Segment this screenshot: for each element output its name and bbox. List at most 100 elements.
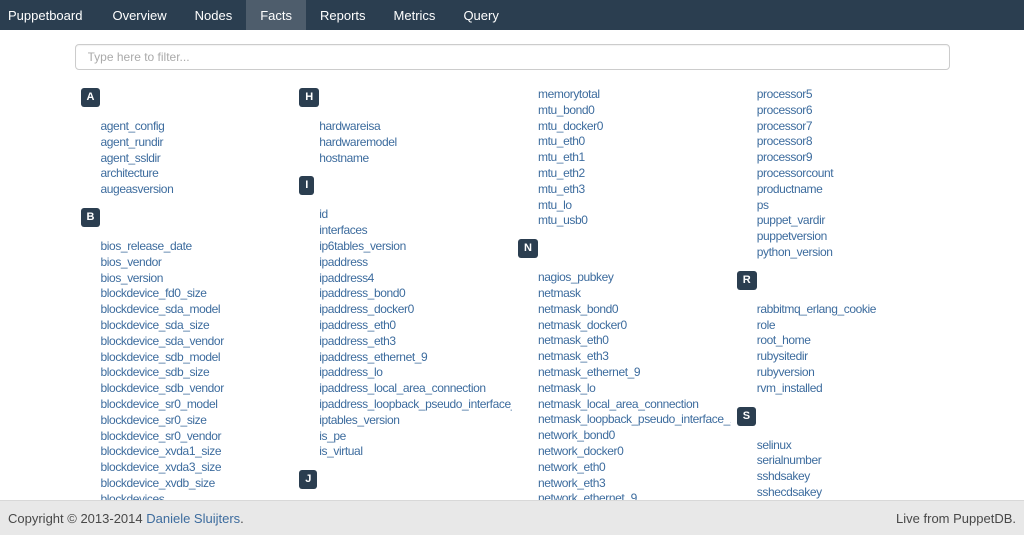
fact-link[interactable]: blockdevice_fd0_size	[101, 286, 207, 300]
fact-link[interactable]: role	[757, 318, 775, 332]
fact-link[interactable]: ipaddress_loopback_pseudo_interface_1	[319, 397, 512, 411]
fact-link[interactable]: ipaddress_local_area_connection	[319, 381, 485, 395]
fact-link[interactable]: serialnumber	[757, 453, 822, 467]
fact-link[interactable]: bios_release_date	[101, 239, 192, 253]
nav-item-query[interactable]: Query	[449, 0, 512, 30]
fact-link[interactable]: productname	[757, 182, 823, 196]
fact-link[interactable]: network_ethernet_9	[538, 491, 637, 500]
fact-link[interactable]: selinux	[757, 438, 792, 452]
fact-link[interactable]: rubyversion	[757, 365, 815, 379]
fact-link[interactable]: agent_rundir	[101, 135, 164, 149]
fact-link[interactable]: netmask_docker0	[538, 318, 627, 332]
fact-link[interactable]: netmask	[538, 286, 581, 300]
nav-item-facts[interactable]: Facts	[246, 0, 306, 30]
fact-link[interactable]: rubysitedir	[757, 349, 808, 363]
fact-list-item: sshecdsakey	[757, 485, 950, 500]
fact-link[interactable]: netmask_local_area_connection	[538, 397, 699, 411]
fact-link[interactable]: mtu_eth1	[538, 150, 585, 164]
fact-link[interactable]: rvm_installed	[757, 381, 823, 395]
fact-link[interactable]: ipaddress_bond0	[319, 286, 405, 300]
fact-link[interactable]: root_home	[757, 333, 811, 347]
fact-link[interactable]: netmask_bond0	[538, 302, 618, 316]
fact-link[interactable]: puppet_vardir	[757, 213, 825, 227]
fact-list-item: mtu_eth0	[538, 134, 731, 150]
fact-link[interactable]: is_virtual	[319, 444, 362, 458]
fact-link[interactable]: ipaddress	[319, 255, 367, 269]
fact-link[interactable]: network_bond0	[538, 428, 615, 442]
fact-link[interactable]: mtu_usb0	[538, 213, 588, 227]
fact-link[interactable]: iptables_version	[319, 413, 399, 427]
fact-link[interactable]: netmask_eth3	[538, 349, 609, 363]
fact-link[interactable]: hardwaremodel	[319, 135, 397, 149]
fact-link[interactable]: hostname	[319, 151, 369, 165]
fact-link[interactable]: mtu_bond0	[538, 103, 594, 117]
fact-link[interactable]: mtu_docker0	[538, 119, 603, 133]
author-link[interactable]: Daniele Sluijters	[146, 511, 240, 526]
copyright-suffix: .	[240, 511, 244, 526]
fact-link[interactable]: blockdevice_sda_vendor	[101, 334, 224, 348]
fact-link[interactable]: puppetversion	[757, 229, 827, 243]
fact-link[interactable]: blockdevice_sda_model	[101, 302, 221, 316]
fact-link[interactable]: blockdevice_xvda3_size	[101, 460, 222, 474]
fact-link[interactable]: ipaddress_eth0	[319, 318, 395, 332]
fact-link[interactable]: blockdevice_sr0_size	[101, 413, 207, 427]
fact-link[interactable]: blockdevice_sdb_vendor	[101, 381, 224, 395]
fact-link[interactable]: sshdsakey	[757, 469, 810, 483]
filter-input[interactable]	[75, 44, 950, 70]
fact-link[interactable]: blockdevice_sr0_model	[101, 397, 218, 411]
fact-link[interactable]: interfaces	[319, 223, 367, 237]
fact-link[interactable]: blockdevice_sdb_model	[101, 350, 221, 364]
fact-link[interactable]: mtu_eth3	[538, 182, 585, 196]
fact-link[interactable]: bios_vendor	[101, 255, 162, 269]
fact-link[interactable]: processor9	[757, 150, 812, 164]
fact-link[interactable]: mtu_eth0	[538, 134, 585, 148]
fact-list-item: rabbitmq_erlang_cookie	[757, 302, 950, 318]
fact-link[interactable]: netmask_ethernet_9	[538, 365, 640, 379]
fact-link[interactable]: netmask_eth0	[538, 333, 609, 347]
fact-link[interactable]: ipaddress4	[319, 271, 374, 285]
fact-link[interactable]: ipaddress_eth3	[319, 334, 395, 348]
fact-link[interactable]: processor7	[757, 119, 812, 133]
fact-link[interactable]: blockdevice_xvda1_size	[101, 444, 222, 458]
fact-link[interactable]: agent_config	[101, 119, 165, 133]
fact-link[interactable]: blockdevice_sda_size	[101, 318, 210, 332]
fact-link[interactable]: processorcount	[757, 166, 833, 180]
fact-link[interactable]: augeasversion	[101, 182, 174, 196]
fact-link[interactable]: hardwareisa	[319, 119, 380, 133]
fact-link[interactable]: network_eth0	[538, 460, 605, 474]
fact-link[interactable]: ipaddress_docker0	[319, 302, 414, 316]
nav-item-metrics[interactable]: Metrics	[380, 0, 450, 30]
fact-link[interactable]: rabbitmq_erlang_cookie	[757, 302, 876, 316]
fact-link[interactable]: blockdevice_sdb_size	[101, 365, 210, 379]
fact-link[interactable]: python_version	[757, 245, 833, 259]
fact-list: bios_release_date bios_vendor bios_version…	[75, 239, 294, 500]
fact-link[interactable]: blockdevice_sr0_vendor	[101, 429, 222, 443]
fact-link[interactable]: nagios_pubkey	[538, 270, 614, 284]
fact-link[interactable]: architecture	[101, 166, 159, 180]
fact-link[interactable]: blockdevice_xvdb_size	[101, 476, 215, 490]
fact-link[interactable]: netmask_loopback_pseudo_interface_1	[538, 412, 731, 426]
nav-item-overview[interactable]: Overview	[98, 0, 180, 30]
fact-link[interactable]: blockdevices	[101, 492, 165, 500]
fact-link[interactable]: memorytotal	[538, 87, 600, 101]
fact-link[interactable]: ipaddress_lo	[319, 365, 382, 379]
nav-item-nodes[interactable]: Nodes	[181, 0, 247, 30]
fact-link[interactable]: network_eth3	[538, 476, 605, 490]
fact-link[interactable]: is_pe	[319, 429, 346, 443]
fact-link[interactable]: netmask_lo	[538, 381, 595, 395]
fact-link[interactable]: ps	[757, 198, 769, 212]
fact-link[interactable]: agent_ssldir	[101, 151, 161, 165]
brand-link[interactable]: Puppetboard	[0, 0, 98, 30]
fact-link[interactable]: processor5	[757, 87, 812, 101]
fact-link[interactable]: processor8	[757, 134, 812, 148]
fact-link[interactable]: mtu_lo	[538, 198, 572, 212]
nav-item-reports[interactable]: Reports	[306, 0, 380, 30]
fact-link[interactable]: network_docker0	[538, 444, 623, 458]
fact-link[interactable]: id	[319, 207, 328, 221]
fact-link[interactable]: sshecdsakey	[757, 485, 822, 499]
fact-link[interactable]: ipaddress_ethernet_9	[319, 350, 427, 364]
fact-link[interactable]: mtu_eth2	[538, 166, 585, 180]
fact-link[interactable]: processor6	[757, 103, 812, 117]
fact-link[interactable]: bios_version	[101, 271, 164, 285]
fact-link[interactable]: ip6tables_version	[319, 239, 406, 253]
